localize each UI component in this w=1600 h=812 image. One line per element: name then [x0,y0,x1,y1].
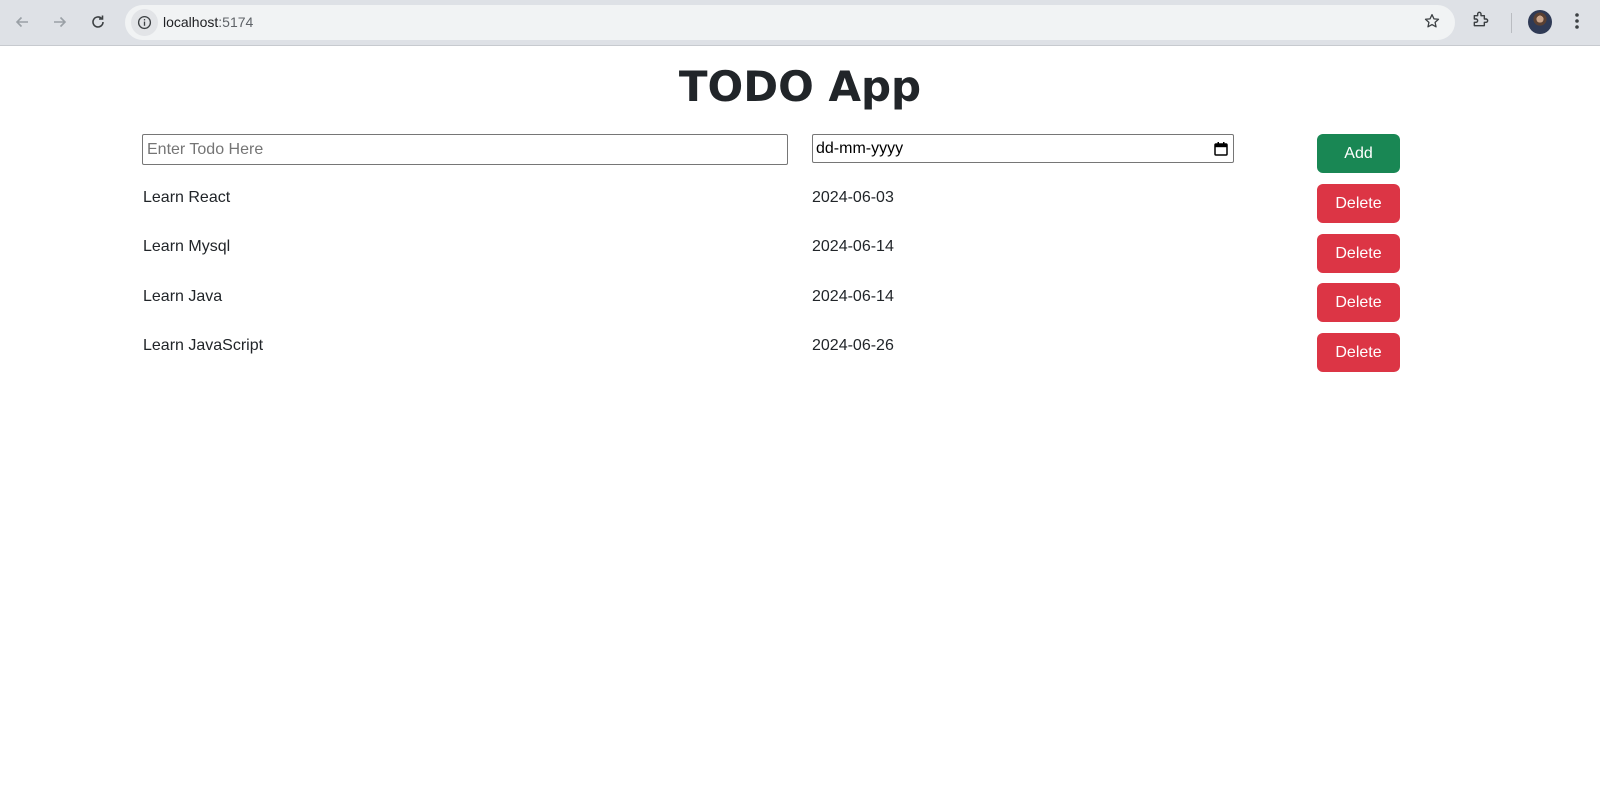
url-text: localhost:5174 [163,14,253,30]
star-icon [1424,13,1440,28]
browser-toolbar: localhost:5174 [0,0,1600,46]
toolbar-divider [1511,13,1512,33]
extensions-icon [1473,11,1489,27]
address-bar[interactable]: localhost:5174 [125,5,1455,40]
url-port: :5174 [218,14,254,30]
more-menu-icon [1575,13,1579,29]
todo-date-input[interactable]: dd-mm-yyyy [812,134,1234,163]
add-button[interactable]: Add [1317,134,1400,173]
forward-button[interactable] [46,8,74,36]
todo-item-name: Learn React [143,189,231,206]
delete-button[interactable]: Delete [1317,234,1400,273]
reload-icon [92,15,104,28]
todo-item-date: 2024-06-14 [812,238,894,255]
forward-arrow-icon [54,16,67,28]
more-menu-button[interactable] [1569,11,1585,36]
extensions-button[interactable] [1471,9,1491,34]
url-host: localhost [163,14,219,30]
page-title: TODO App [678,62,922,111]
todo-item-name: Learn Mysql [143,238,231,255]
bookmark-button[interactable] [1423,12,1441,30]
info-icon [137,15,152,30]
back-button[interactable] [8,8,36,36]
todo-item-date: 2024-06-14 [812,288,894,305]
todo-item-name: Learn Java [143,288,223,305]
avatar[interactable] [1528,10,1552,34]
calendar-icon[interactable] [1213,141,1229,157]
back-arrow-icon [15,16,28,28]
todo-name-input[interactable] [142,134,788,165]
todo-item-name: Learn JavaScript [143,337,264,354]
todo-item-date: 2024-06-26 [812,337,894,354]
delete-button[interactable]: Delete [1317,333,1400,372]
reload-button[interactable] [84,8,112,36]
todo-item-date: 2024-06-03 [812,189,894,206]
date-placeholder: dd-mm-yyyy [816,140,904,157]
delete-button[interactable]: Delete [1317,184,1400,223]
site-info-button[interactable] [131,9,158,36]
delete-button[interactable]: Delete [1317,283,1400,322]
